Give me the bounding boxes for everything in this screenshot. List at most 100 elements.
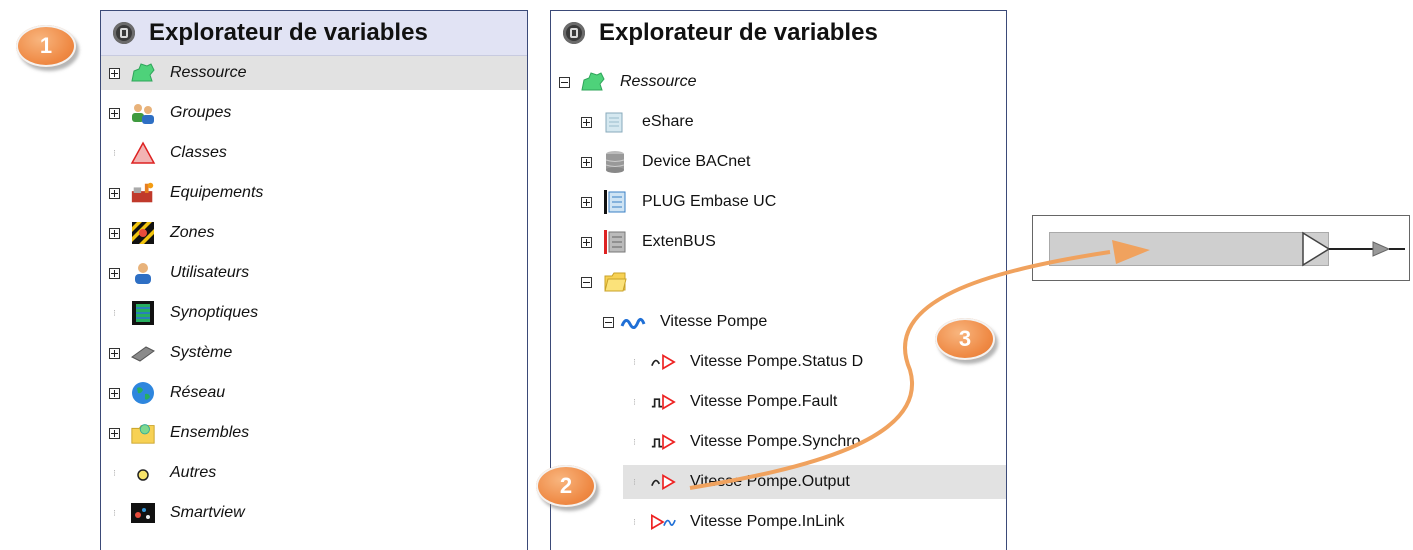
- tree-item-label: ExtenBUS: [642, 233, 716, 250]
- user-icon: [130, 260, 156, 286]
- eshare-icon: [602, 109, 628, 135]
- database-icon: [602, 149, 628, 175]
- tree-item-label: Système: [170, 344, 233, 361]
- tree-item-label: Réseau: [170, 384, 226, 401]
- tree-item-label: Vitesse Pompe.Synchro: [690, 433, 861, 450]
- expand-toggle[interactable]: [581, 116, 592, 128]
- tree-item-extenbus[interactable]: ExtenBUS: [581, 225, 716, 259]
- tree-item-label: Smartview: [170, 504, 245, 521]
- tree-item-synoptiques[interactable]: ⁝ Synoptiques: [109, 296, 258, 330]
- expand-toggle[interactable]: [109, 347, 120, 359]
- tree-item-label: Vitesse Pompe.Output: [690, 473, 850, 490]
- variable-explorer-panel-right: Explorateur de variables Ressource eShar…: [550, 10, 1007, 550]
- circle-icon: [130, 460, 156, 486]
- panel-header: Explorateur de variables: [101, 11, 527, 56]
- tree-item-label: PLUG Embase UC: [642, 193, 777, 210]
- expand-toggle[interactable]: [109, 187, 120, 199]
- collapse-toggle[interactable]: [581, 276, 592, 288]
- panel-header: Explorateur de variables: [551, 11, 1006, 55]
- expand-toggle[interactable]: [109, 267, 120, 279]
- extenbus-icon: [602, 229, 628, 255]
- expand-toggle[interactable]: [109, 67, 120, 79]
- tree-item-synchro[interactable]: ⁝ Vitesse Pompe.Synchro: [629, 425, 860, 459]
- tree-connector: ⁝: [633, 356, 636, 367]
- tree-item-classes[interactable]: ⁝ Classes: [109, 136, 227, 170]
- tree-item-inlink[interactable]: ⁝ Vitesse Pompe.InLink: [629, 505, 844, 539]
- expand-toggle[interactable]: [581, 236, 592, 248]
- tree-item-fault[interactable]: ⁝ Vitesse Pompe.Fault: [629, 385, 837, 419]
- tree-item-label: Classes: [170, 144, 227, 161]
- tree-item-reseau[interactable]: Réseau: [109, 376, 225, 410]
- tree-item-systeme[interactable]: Système: [109, 336, 232, 370]
- expand-toggle[interactable]: [109, 227, 120, 239]
- tree-item-groupes[interactable]: Groupes: [109, 96, 231, 130]
- tree-item-equipements[interactable]: Equipements: [109, 176, 263, 210]
- step-badge-2: 2: [536, 465, 596, 507]
- tree-item-label: Ressource: [170, 64, 247, 81]
- groups-icon: [130, 100, 156, 126]
- tree-connector: ⁝: [633, 436, 636, 447]
- smartview-icon: [130, 500, 156, 526]
- tree-item-ressource[interactable]: Ressource: [101, 56, 527, 90]
- tree-item-label: Autres: [170, 464, 217, 481]
- tree-item-status-d[interactable]: ⁝ Vitesse Pompe.Status D: [629, 345, 863, 379]
- tree-item-autres[interactable]: ⁝ Autres: [109, 456, 216, 490]
- expand-toggle[interactable]: [109, 107, 120, 119]
- tree-item-zones[interactable]: Zones: [109, 216, 214, 250]
- analog-output-icon: [650, 349, 676, 375]
- tree-item-utilisateurs[interactable]: Utilisateurs: [109, 256, 249, 290]
- tree-connector: ⁝: [633, 476, 636, 487]
- collapse-toggle[interactable]: [559, 76, 570, 88]
- folder-icon: [602, 269, 628, 295]
- system-icon: [130, 340, 156, 366]
- explorer-icon: [113, 22, 135, 44]
- output-block[interactable]: [1032, 215, 1410, 281]
- tree-item-label: Vitesse Pompe.Status D: [690, 353, 864, 370]
- tree-item-eshare[interactable]: eShare: [581, 105, 694, 139]
- expand-toggle[interactable]: [109, 427, 120, 439]
- resource-icon: [130, 60, 156, 86]
- tree-item-plug-embase-uc[interactable]: PLUG Embase UC: [581, 185, 776, 219]
- tree-item-ensembles[interactable]: Ensembles: [109, 416, 249, 450]
- tree-item-label: Ensembles: [170, 424, 250, 441]
- tree-connector: ⁝: [113, 467, 116, 478]
- digital-output-icon: [650, 429, 676, 455]
- tree-item-label: Vitesse Pompe.Fault: [690, 393, 838, 410]
- tree-item-ressource[interactable]: Ressource: [559, 65, 696, 99]
- tree-item-vitesse-pompe[interactable]: Vitesse Pompe: [603, 305, 767, 339]
- tree-item-label: Groupes: [170, 104, 232, 121]
- tree-item-label: Zones: [170, 224, 215, 241]
- panel-title: Explorateur de variables: [599, 19, 878, 46]
- tree-item-label: Device BACnet: [642, 153, 751, 170]
- tree-item-device-bacnet[interactable]: Device BACnet: [581, 145, 751, 179]
- zones-icon: [130, 220, 156, 246]
- resource-icon: [580, 69, 606, 95]
- step-badge-3: 3: [935, 318, 995, 360]
- tree-connector: ⁝: [113, 507, 116, 518]
- collapse-toggle[interactable]: [603, 316, 614, 328]
- tree-item-smartview[interactable]: ⁝ Smartview: [109, 496, 245, 530]
- classes-icon: [130, 140, 156, 166]
- expand-toggle[interactable]: [581, 156, 592, 168]
- tree-item-label: Synoptiques: [170, 304, 259, 321]
- variable-explorer-panel-left: Explorateur de variables Ressource Group…: [100, 10, 528, 550]
- expand-toggle[interactable]: [581, 196, 592, 208]
- tree-item-folder[interactable]: [581, 265, 642, 299]
- digital-output-icon: [650, 389, 676, 415]
- equipment-icon: [130, 180, 156, 206]
- tree-connector: ⁝: [113, 307, 116, 318]
- step-badge-1: 1: [16, 25, 76, 67]
- globe-icon: [130, 380, 156, 406]
- tree-connector: ⁝: [113, 147, 116, 158]
- analog-wave-icon: [620, 309, 646, 335]
- tree-connector: ⁝: [633, 516, 636, 527]
- tree-item-label: Ressource: [620, 73, 697, 90]
- tree-item-label: Vitesse Pompe.InLink: [690, 513, 845, 530]
- explorer-icon: [563, 22, 585, 44]
- expand-toggle[interactable]: [109, 387, 120, 399]
- synoptic-icon: [130, 300, 156, 326]
- analog-output-icon: [650, 469, 676, 495]
- tree-item-output[interactable]: ⁝ Vitesse Pompe.Output: [623, 465, 1006, 499]
- tree-item-label: eShare: [642, 113, 694, 130]
- panel-title: Explorateur de variables: [149, 19, 428, 46]
